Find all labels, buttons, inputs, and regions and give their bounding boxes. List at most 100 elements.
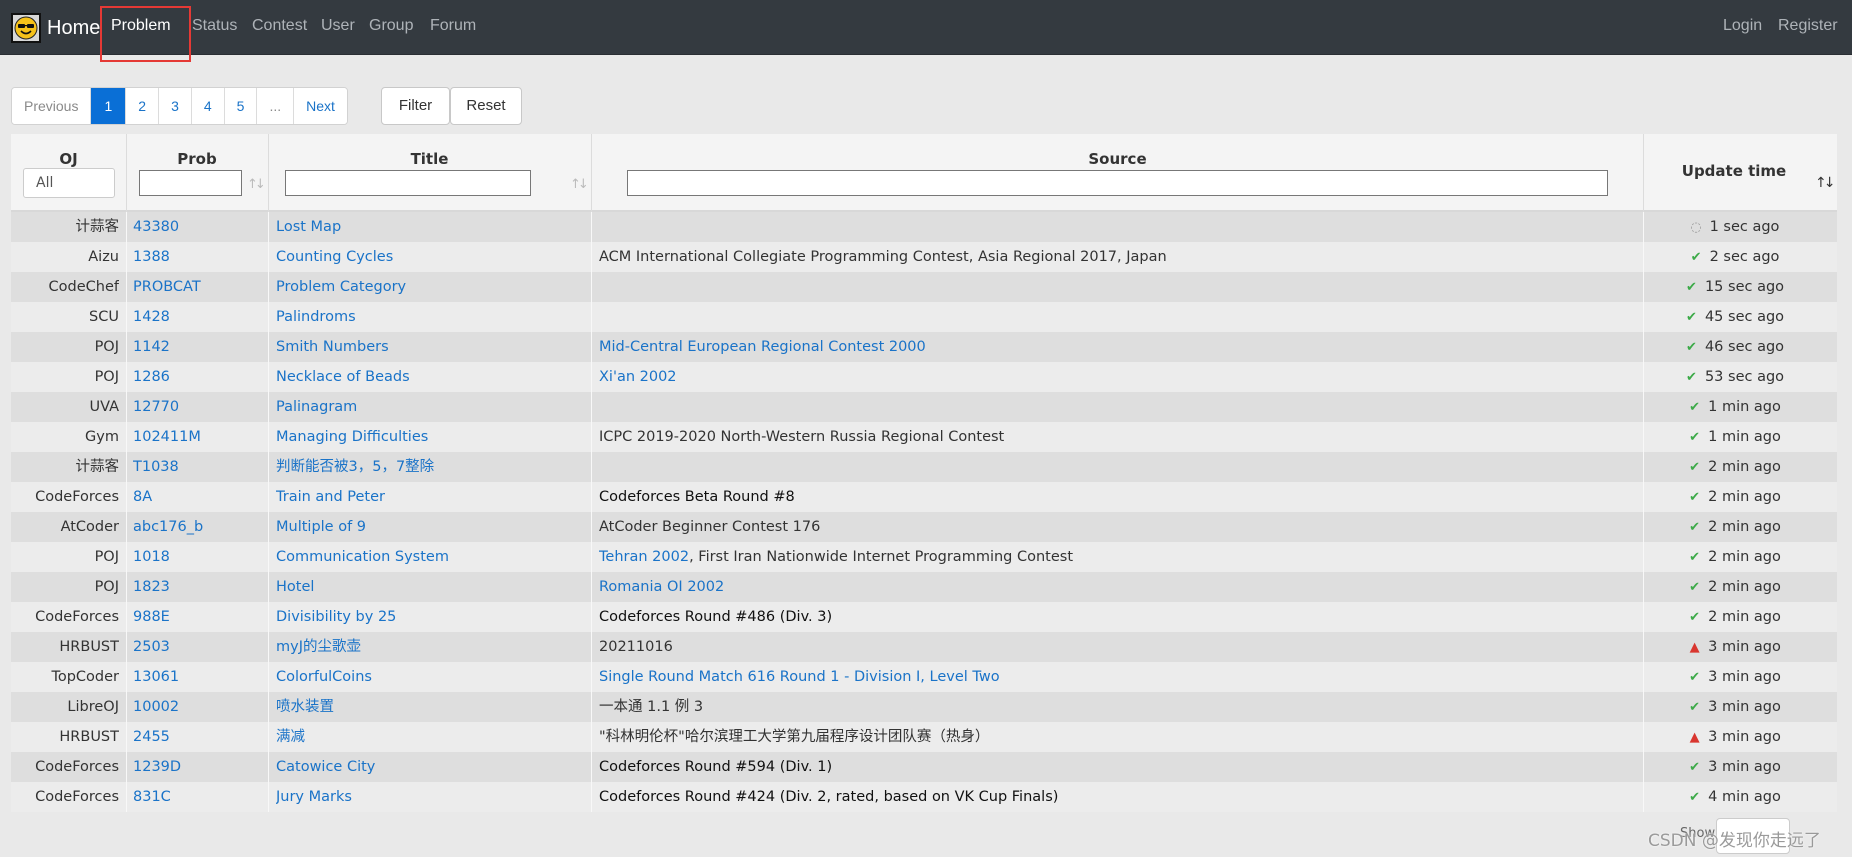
column-divider [126, 782, 127, 812]
problem-title-link[interactable]: Palindroms [276, 302, 596, 332]
problem-id-link[interactable]: 1286 [133, 362, 263, 392]
header-title: Title [410, 150, 449, 168]
page-1[interactable]: 1 [91, 88, 127, 124]
update-time-cell: ✔ 2 min ago [1643, 602, 1825, 632]
update-time-text: 3 min ago [1708, 729, 1781, 745]
table-row: CodeForces 8A Train and Peter Codeforces Be… [11, 482, 1837, 512]
source-link[interactable]: Mid-Central European Regional Contest 20… [599, 339, 926, 355]
nav-forum[interactable]: Forum [430, 0, 476, 52]
source-cell [599, 212, 1639, 242]
problem-id-link[interactable]: 1018 [133, 542, 263, 572]
problem-title-link[interactable]: Train and Peter [276, 482, 596, 512]
problem-title-link[interactable]: Catowice City [276, 752, 596, 782]
title-filter-input[interactable] [285, 170, 531, 196]
column-divider [591, 782, 592, 812]
column-divider [268, 422, 269, 452]
problem-title-link[interactable]: 满减 [276, 722, 596, 752]
source-text: Codeforces Round #594 (Div. 1) [599, 759, 833, 775]
nav-group[interactable]: Group [369, 0, 413, 52]
problem-title-link[interactable]: 喷水装置 [276, 692, 596, 722]
problem-id-link[interactable]: 102411M [133, 422, 263, 452]
source-link[interactable]: Single Round Match 616 Round 1 - Divisio… [599, 669, 1000, 685]
problem-title-link[interactable]: Palinagram [276, 392, 596, 422]
nav-register[interactable]: Register [1778, 0, 1838, 52]
column-divider [1643, 692, 1644, 722]
problem-title-link[interactable]: Jury Marks [276, 782, 596, 812]
problem-id-link[interactable]: 12770 [133, 392, 263, 422]
column-divider [126, 212, 127, 242]
source-filter-input[interactable] [627, 170, 1608, 196]
problem-title-link[interactable]: myJ的尘歌壶 [276, 632, 596, 662]
problem-title-link[interactable]: 判断能否被3，5，7整除 [276, 452, 596, 482]
problem-id-link[interactable]: abc176_b [133, 512, 263, 542]
column-divider [591, 272, 592, 302]
problem-id-link[interactable]: 8A [133, 482, 263, 512]
problem-title-link[interactable]: Multiple of 9 [276, 512, 596, 542]
prob-filter-input[interactable] [139, 170, 242, 196]
problem-title-link[interactable]: Lost Map [276, 212, 596, 242]
brand-home-link[interactable]: Home [11, 12, 100, 44]
problem-title-link[interactable]: Counting Cycles [276, 242, 596, 272]
column-divider [591, 572, 592, 602]
problem-id-link[interactable]: 988E [133, 602, 263, 632]
table-row: UVA 12770 Palinagram ✔ 1 min ago [11, 392, 1837, 422]
problem-title-link[interactable]: Necklace of Beads [276, 362, 596, 392]
page-5[interactable]: 5 [224, 88, 258, 124]
nav-contest[interactable]: Contest [252, 0, 307, 52]
problem-id-link[interactable]: PROBCAT [133, 272, 263, 302]
update-time-text: 2 min ago [1708, 609, 1781, 625]
oj-filter-select[interactable]: All [23, 168, 115, 198]
problem-title-link[interactable]: Communication System [276, 542, 596, 572]
problem-id-link[interactable]: 10002 [133, 692, 263, 722]
problem-id-link[interactable]: 1823 [133, 572, 263, 602]
column-divider [268, 482, 269, 512]
nav-problem[interactable]: Problem [111, 0, 171, 52]
problem-id-link[interactable]: 1428 [133, 302, 263, 332]
oj-cell: LibreOJ [67, 699, 119, 715]
update-time-cell: ✔ 2 sec ago [1643, 242, 1825, 272]
problem-id-link[interactable]: 2503 [133, 632, 263, 662]
page-previous[interactable]: Previous [12, 88, 92, 124]
sort-prob-icon[interactable]: ↑↓ [247, 177, 266, 192]
sort-title-icon[interactable]: ↑↓ [570, 177, 589, 192]
column-divider [1643, 392, 1644, 422]
nav-user[interactable]: User [321, 0, 355, 52]
source-text: , First Iran Nationwide Internet Program… [689, 549, 1074, 565]
page-4[interactable]: 4 [191, 88, 225, 124]
source-link[interactable]: Tehran 2002 [599, 549, 689, 565]
page-2[interactable]: 2 [126, 88, 160, 124]
problem-title-link[interactable]: Smith Numbers [276, 332, 596, 362]
source-link[interactable]: Xi'an 2002 [599, 369, 677, 385]
problem-id-link[interactable]: 1239D [133, 752, 263, 782]
page-3[interactable]: 3 [159, 88, 192, 124]
problem-id-link[interactable]: 13061 [133, 662, 263, 692]
problem-id-link[interactable]: T1038 [133, 452, 263, 482]
filter-button[interactable]: Filter [381, 87, 450, 125]
problem-title-link[interactable]: ColorfulCoins [276, 662, 596, 692]
nav-status[interactable]: Status [192, 0, 237, 52]
page-next[interactable]: Next [294, 88, 347, 124]
source-link[interactable]: Romania OI 2002 [599, 579, 724, 595]
update-time-text: 1 min ago [1708, 429, 1781, 445]
table-row: 计蒜客 43380 Lost Map ◌ 1 sec ago [11, 212, 1837, 242]
sort-update-time-icon[interactable]: ↑↓ [1815, 175, 1836, 191]
column-divider [268, 272, 269, 302]
problem-id-link[interactable]: 2455 [133, 722, 263, 752]
problem-id-link[interactable]: 1388 [133, 242, 263, 272]
problem-title-link[interactable]: Managing Difficulties [276, 422, 596, 452]
problem-title-link[interactable]: Divisibility by 25 [276, 602, 596, 632]
check-icon: ✔ [1686, 340, 1697, 355]
update-time-cell: ✔ 15 sec ago [1643, 272, 1825, 302]
table-row: POJ 1142 Smith Numbers Mid-Central European… [11, 332, 1837, 362]
check-icon: ✔ [1686, 310, 1697, 325]
problem-id-link[interactable]: 43380 [133, 212, 263, 242]
check-icon: ✔ [1689, 460, 1701, 475]
problem-id-link[interactable]: 1142 [133, 332, 263, 362]
reset-button[interactable]: Reset [450, 87, 522, 125]
problem-title-link[interactable]: Problem Category [276, 272, 596, 302]
update-time-text: 3 min ago [1708, 639, 1781, 655]
problem-id-link[interactable]: 831C [133, 782, 263, 812]
nav-login[interactable]: Login [1723, 0, 1762, 52]
problem-title-link[interactable]: Hotel [276, 572, 596, 602]
column-divider [591, 752, 592, 782]
